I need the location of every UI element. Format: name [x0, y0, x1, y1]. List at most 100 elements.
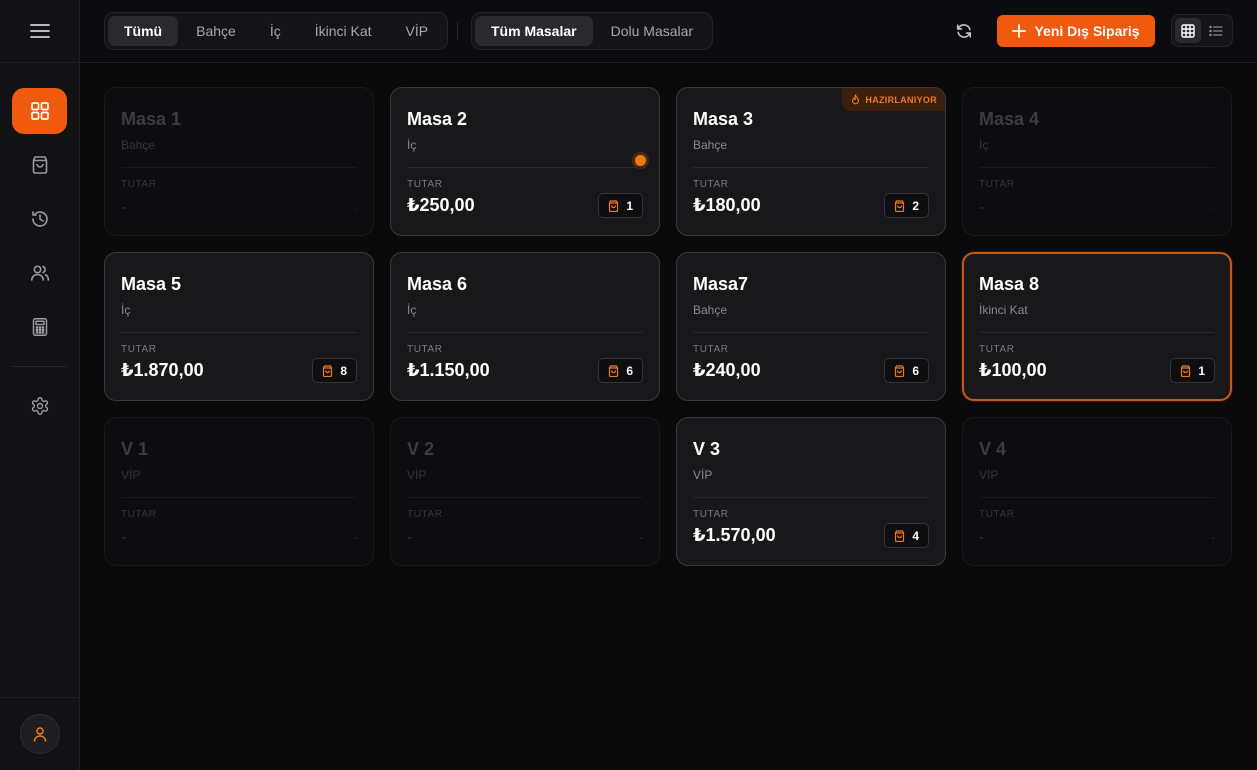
sidebar-item-calculator[interactable] [12, 304, 67, 350]
app: Tümü Bahçe İç İkinci Kat VİP Tüm Masalar… [0, 0, 1257, 770]
table-name: V 1 [121, 439, 149, 459]
table-name: Masa 4 [979, 109, 1040, 129]
table-amount: - [979, 529, 984, 546]
table-name: Masa 2 [407, 109, 468, 129]
card-divider [979, 167, 1215, 168]
order-count: 8 [340, 363, 347, 378]
card-divider [693, 167, 929, 168]
sidebar [0, 0, 80, 770]
avatar[interactable] [19, 714, 60, 754]
card-divider [407, 497, 643, 498]
history-icon [30, 209, 50, 229]
card-divider [121, 167, 357, 168]
bag-icon [322, 364, 333, 377]
amount-label: TUTAR [121, 179, 157, 190]
menu-icon[interactable] [29, 23, 50, 39]
order-count: 6 [912, 363, 919, 378]
sidebar-item-orders[interactable] [12, 142, 67, 188]
sidebar-item-customers[interactable] [12, 250, 67, 296]
flame-icon [851, 94, 860, 105]
table-card[interactable]: HAZIRLANIYOR Masa 3 Bahçe TUTAR ₺180,00 … [676, 87, 946, 236]
table-card[interactable]: Masa7 Bahçe TUTAR ₺240,00 6 [676, 252, 946, 401]
card-divider [979, 497, 1215, 498]
grid-view-button[interactable] [1175, 18, 1201, 43]
table-area: VİP [979, 468, 999, 482]
table-area: Bahçe [121, 138, 156, 152]
area-filter-ic[interactable]: İç [254, 16, 297, 46]
table-amount: - [407, 529, 412, 546]
user-icon [32, 726, 48, 742]
view-toggle [1171, 14, 1233, 47]
table-filter-all[interactable]: Tüm Masalar [475, 16, 593, 46]
table-amount: ₺100,00 [979, 360, 1047, 380]
empty-count: - [353, 202, 357, 214]
order-count: 6 [626, 363, 633, 378]
empty-count: - [1211, 532, 1215, 544]
table-card[interactable]: V 2 VİP TUTAR - - [390, 417, 660, 566]
table-name: Masa 5 [121, 274, 182, 294]
empty-count: - [353, 532, 357, 544]
card-divider [121, 332, 357, 333]
card-divider [693, 497, 929, 498]
status-label: HAZIRLANIYOR [865, 94, 937, 105]
table-area: Bahçe [693, 303, 728, 317]
card-divider [121, 497, 357, 498]
table-filter-occupied[interactable]: Dolu Masalar [595, 16, 709, 46]
table-amount: - [121, 199, 126, 216]
table-name: Masa 6 [407, 274, 468, 294]
users-icon [30, 263, 50, 283]
new-external-order-label: Yeni Dış Sipariş [1034, 23, 1140, 39]
table-card[interactable]: Masa 2 İç TUTAR ₺250,00 1 [390, 87, 660, 236]
amount-label: TUTAR [407, 179, 443, 190]
amount-label: TUTAR [407, 509, 443, 520]
order-count-badge: 8 [312, 358, 357, 383]
bag-icon [894, 364, 905, 377]
order-count: 1 [1198, 363, 1205, 378]
order-count: 2 [912, 198, 919, 213]
area-filter-all[interactable]: Tümü [108, 16, 179, 46]
table-amount: ₺1.570,00 [693, 525, 776, 545]
grid-icon [30, 101, 50, 121]
table-area: İç [979, 138, 989, 152]
table-area: İç [407, 303, 417, 317]
order-count: 4 [912, 528, 919, 543]
filter-divider [457, 22, 458, 40]
table-amount: ₺250,00 [407, 195, 475, 215]
area-filter-ikinci-kat[interactable]: İkinci Kat [299, 16, 388, 46]
table-card[interactable]: Masa 1 Bahçe TUTAR - - [104, 87, 374, 236]
table-name: Masa 8 [979, 274, 1040, 294]
table-card[interactable]: Masa 5 İç TUTAR ₺1.870,00 8 [104, 252, 374, 401]
order-count-badge: 4 [884, 523, 929, 548]
table-card[interactable]: V 1 VİP TUTAR - - [104, 417, 374, 566]
table-name: V 3 [693, 439, 721, 459]
amount-label: TUTAR [121, 509, 157, 520]
sidebar-item-settings[interactable] [12, 383, 67, 429]
empty-count: - [1211, 202, 1215, 214]
plus-icon [1012, 24, 1027, 38]
bag-icon [1180, 364, 1191, 377]
table-name: Masa 3 [693, 109, 754, 129]
list-view-button[interactable] [1203, 18, 1229, 43]
area-filter-vip[interactable]: VİP [390, 16, 445, 46]
table-filter-group: Tüm Masalar Dolu Masalar [471, 12, 714, 50]
refresh-button[interactable] [950, 17, 978, 45]
table-name: Masa7 [693, 274, 749, 294]
table-area: İç [121, 303, 131, 317]
area-filter-bahce[interactable]: Bahçe [180, 16, 252, 46]
table-area: VİP [407, 468, 427, 482]
sidebar-footer [0, 697, 79, 770]
table-area: İç [407, 138, 417, 152]
card-divider [980, 332, 1214, 333]
new-external-order-button[interactable]: Yeni Dış Sipariş [997, 15, 1155, 47]
sidebar-item-history[interactable] [12, 196, 67, 242]
table-card[interactable]: V 4 VİP TUTAR - - [962, 417, 1232, 566]
table-card[interactable]: Masa 4 İç TUTAR - - [962, 87, 1232, 236]
order-count-badge: 1 [598, 193, 643, 218]
table-amount: - [121, 529, 126, 546]
gear-icon [30, 396, 50, 416]
table-card[interactable]: Masa 8 İkinci Kat TUTAR ₺100,00 1 [962, 252, 1232, 401]
table-card[interactable]: Masa 6 İç TUTAR ₺1.150,00 6 [390, 252, 660, 401]
sidebar-item-dashboard[interactable] [12, 88, 67, 134]
table-card[interactable]: V 3 VİP TUTAR ₺1.570,00 4 [676, 417, 946, 566]
card-divider [407, 167, 643, 168]
